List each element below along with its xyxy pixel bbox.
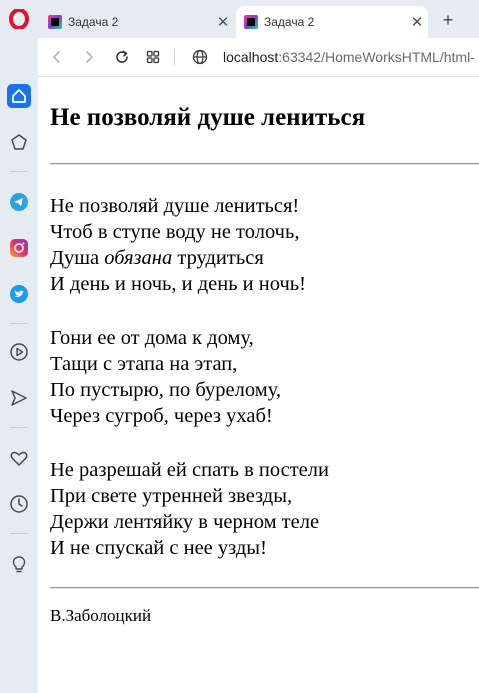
sidebar-divider — [10, 323, 28, 324]
home-icon[interactable] — [7, 84, 31, 108]
address-toolbar: localhost:63342/HomeWorksHTML/html- — [38, 38, 479, 77]
toolbar-divider — [174, 49, 175, 65]
sidebar-divider — [10, 171, 28, 172]
tab-title: Задача 2 — [68, 15, 119, 29]
jetbrains-favicon-icon — [244, 15, 258, 29]
poem-line: Не разрешай ей спать в постели — [50, 459, 329, 481]
poem-line: И день и ночь, и день и ночь! — [50, 273, 306, 295]
globe-icon[interactable] — [190, 47, 210, 67]
browser-sidebar — [0, 0, 38, 693]
reload-button[interactable] — [112, 47, 132, 67]
sidebar-divider — [10, 533, 28, 534]
author-signature: В.Заболоцкий — [50, 606, 152, 625]
emphasized-word: обязана — [104, 247, 173, 269]
clock-icon[interactable] — [7, 492, 31, 516]
poem-line-start: Душа — [50, 247, 105, 269]
twitter-icon[interactable] — [7, 282, 31, 306]
new-tab-button[interactable]: + — [438, 10, 458, 30]
forward-button[interactable] — [79, 47, 99, 67]
close-icon[interactable]: ✕ — [406, 13, 428, 31]
sidebar-divider — [10, 427, 28, 428]
poem-line: Держи лентяйку в черном теле — [50, 511, 320, 533]
bottom-divider — [50, 587, 479, 589]
cube-icon[interactable] — [7, 130, 31, 154]
poem-line: Чтоб в ступе воду не толочь, — [50, 221, 300, 243]
page-content: Не позволяй душе лениться Не позволяй ду… — [38, 77, 479, 693]
top-divider — [50, 163, 479, 165]
poem-line: Душа обязана трудиться — [50, 245, 306, 271]
heart-icon[interactable] — [7, 446, 31, 470]
poem-line: Через сугроб, через ухаб! — [50, 405, 273, 427]
grid-icon[interactable] — [143, 47, 163, 67]
tab-active[interactable]: Задача 2 ✕ — [236, 6, 428, 38]
poem-line: По пустырю, по бурелому, — [50, 379, 282, 401]
lightbulb-icon[interactable] — [7, 552, 31, 576]
page-title: Не позволяй душе лениться — [50, 104, 366, 131]
address-bar[interactable]: localhost:63342/HomeWorksHTML/html- — [223, 48, 475, 66]
opera-logo-icon[interactable] — [7, 7, 31, 31]
url-path: :63342/HomeWorksHTML/html- — [278, 49, 475, 65]
poem-line-end: трудиться — [172, 247, 264, 269]
back-button[interactable] — [47, 47, 67, 67]
tab-title: Задача 2 — [264, 15, 315, 29]
poem-line: При свете утренней звезды, — [50, 485, 293, 507]
telegram-icon[interactable] — [7, 190, 31, 214]
send-icon[interactable] — [7, 386, 31, 410]
poem-line: Не позволяй душе лениться! — [50, 195, 300, 217]
close-icon[interactable]: ✕ — [212, 13, 234, 31]
stanza-2: Гони ее от дома к дому, Тащи с этапа на … — [50, 325, 281, 429]
tab-inactive[interactable]: Задача 2 ✕ — [40, 6, 234, 38]
poem-line: Тащи с этапа на этап, — [50, 353, 238, 375]
stanza-3: Не разрешай ей спать в постели При свете… — [50, 457, 329, 561]
play-icon[interactable] — [7, 340, 31, 364]
stanza-1: Не позволяй душе лениться! Чтоб в ступе … — [50, 193, 306, 297]
instagram-icon[interactable] — [7, 236, 31, 260]
poem-line: Гони ее от дома к дому, — [50, 327, 254, 349]
poem-line: И не спускай с нее узды! — [50, 537, 267, 559]
tab-strip: Задача 2 ✕ Задача 2 ✕ + — [38, 0, 479, 38]
url-host: localhost — [223, 49, 279, 65]
jetbrains-favicon-icon — [48, 15, 62, 29]
